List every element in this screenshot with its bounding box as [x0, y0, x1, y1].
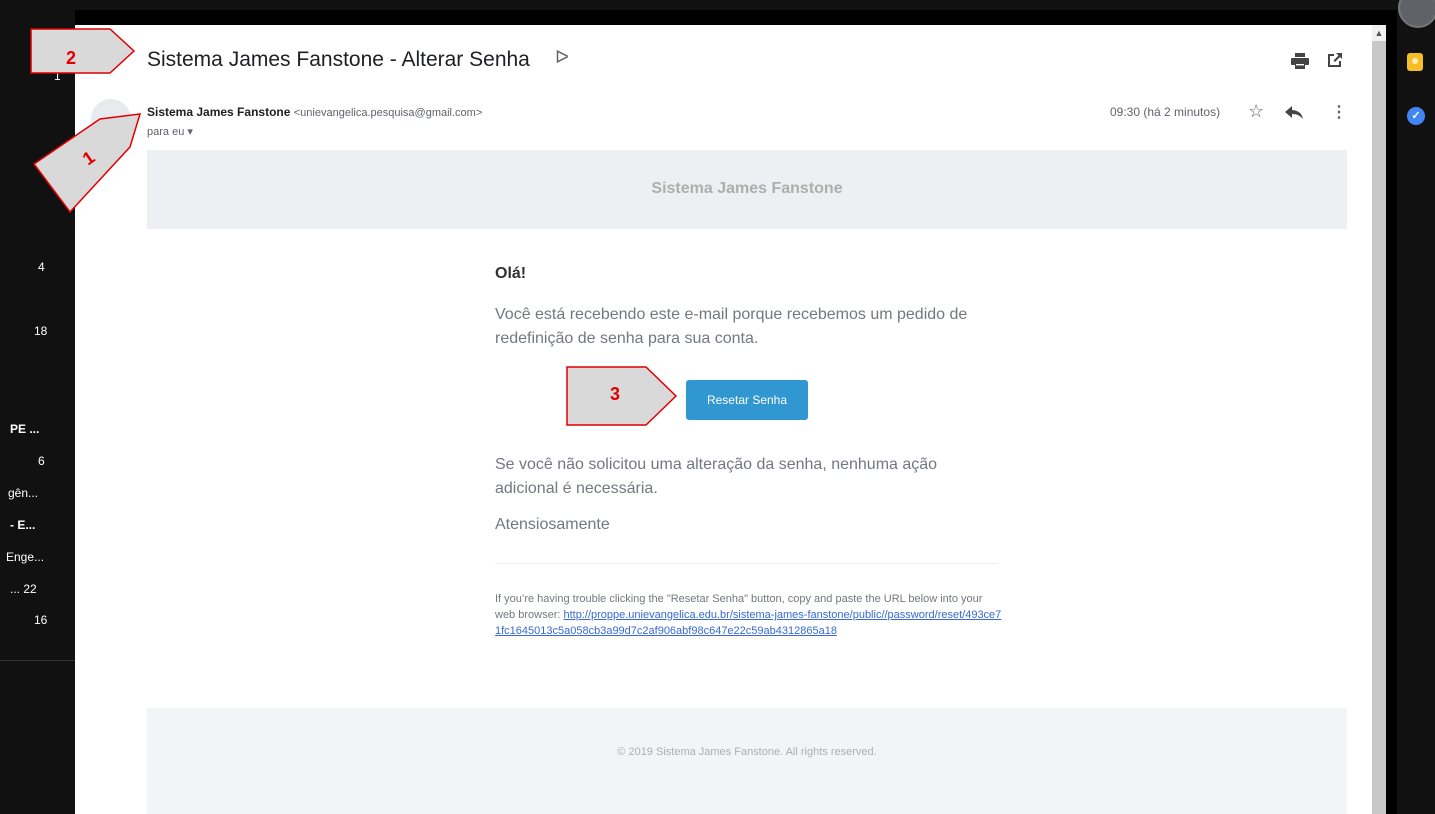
nav-count[interactable]: 4 [38, 260, 45, 274]
nav-count[interactable]: 18 [34, 324, 47, 338]
callout-3-arrow [566, 366, 678, 426]
reply-icon[interactable] [1285, 104, 1303, 120]
nav-divider [0, 660, 75, 661]
scroll-up-arrow-icon[interactable]: ▲ [1372, 25, 1386, 41]
nav-label[interactable]: PE ... [10, 422, 39, 436]
open-in-new-window-icon[interactable] [1327, 52, 1343, 68]
nav-label[interactable]: - E... [10, 518, 35, 532]
recipient-details-toggle[interactable]: para eu ▾ [147, 125, 193, 138]
email-subject: Sistema James Fanstone - Alterar Senha [147, 48, 530, 71]
body-divider [495, 563, 998, 564]
callout-2-label: 2 [66, 48, 77, 68]
more-options-icon[interactable]: ⋮ [1331, 102, 1347, 122]
top-bar [0, 0, 1435, 10]
signoff: Atensiosamente [495, 516, 610, 533]
nav-count[interactable]: 16 [34, 613, 47, 627]
keep-icon[interactable] [1407, 53, 1423, 71]
email-header-title: Sistema James Fanstone [651, 180, 843, 197]
email-view: Sistema James Fanstone - Alterar Senha ᐅ… [75, 25, 1372, 814]
sender-line: Sistema James Fanstone <unievangelica.pe… [147, 105, 482, 119]
reset-password-button[interactable]: Resetar Senha [686, 380, 808, 420]
sender-email: <unievangelica.pesquisa@gmail.com> [293, 107, 483, 119]
importance-marker-icon[interactable]: ᐅ [555, 47, 569, 68]
trouble-text: If you’re having trouble clicking the "R… [495, 591, 1005, 639]
nav-count[interactable]: 6 [38, 454, 45, 468]
scrollbar[interactable] [1372, 25, 1386, 814]
sender-name[interactable]: Sistema James Fanstone [147, 105, 290, 119]
nav-label[interactable]: Enge... [6, 550, 44, 564]
header-divider [147, 228, 1347, 229]
star-icon[interactable]: ☆ [1248, 101, 1264, 122]
email-header-band: Sistema James Fanstone [147, 150, 1347, 228]
nav-count[interactable]: ... 22 [10, 582, 37, 596]
email-footer: © 2019 Sistema James Fanstone. All right… [147, 708, 1347, 814]
footer-copyright: © 2019 Sistema James Fanstone. All right… [617, 746, 877, 758]
print-icon[interactable] [1291, 53, 1309, 69]
tasks-icon[interactable]: ✓ [1407, 107, 1425, 125]
callout-3-label: 3 [610, 384, 621, 404]
callout-2-arrow [30, 28, 136, 74]
nav-label[interactable]: gên... [8, 486, 38, 500]
reset-url-link[interactable]: http://proppe.unievangelica.edu.br/siste… [495, 609, 1001, 637]
email-date: 09:30 (há 2 minutos) [1110, 105, 1221, 119]
outro-paragraph: Se você não solicitou uma alteração da s… [495, 456, 938, 497]
intro-paragraph: Você está recebendo este e-mail porque r… [495, 306, 968, 347]
greeting: Olá! [495, 265, 527, 282]
